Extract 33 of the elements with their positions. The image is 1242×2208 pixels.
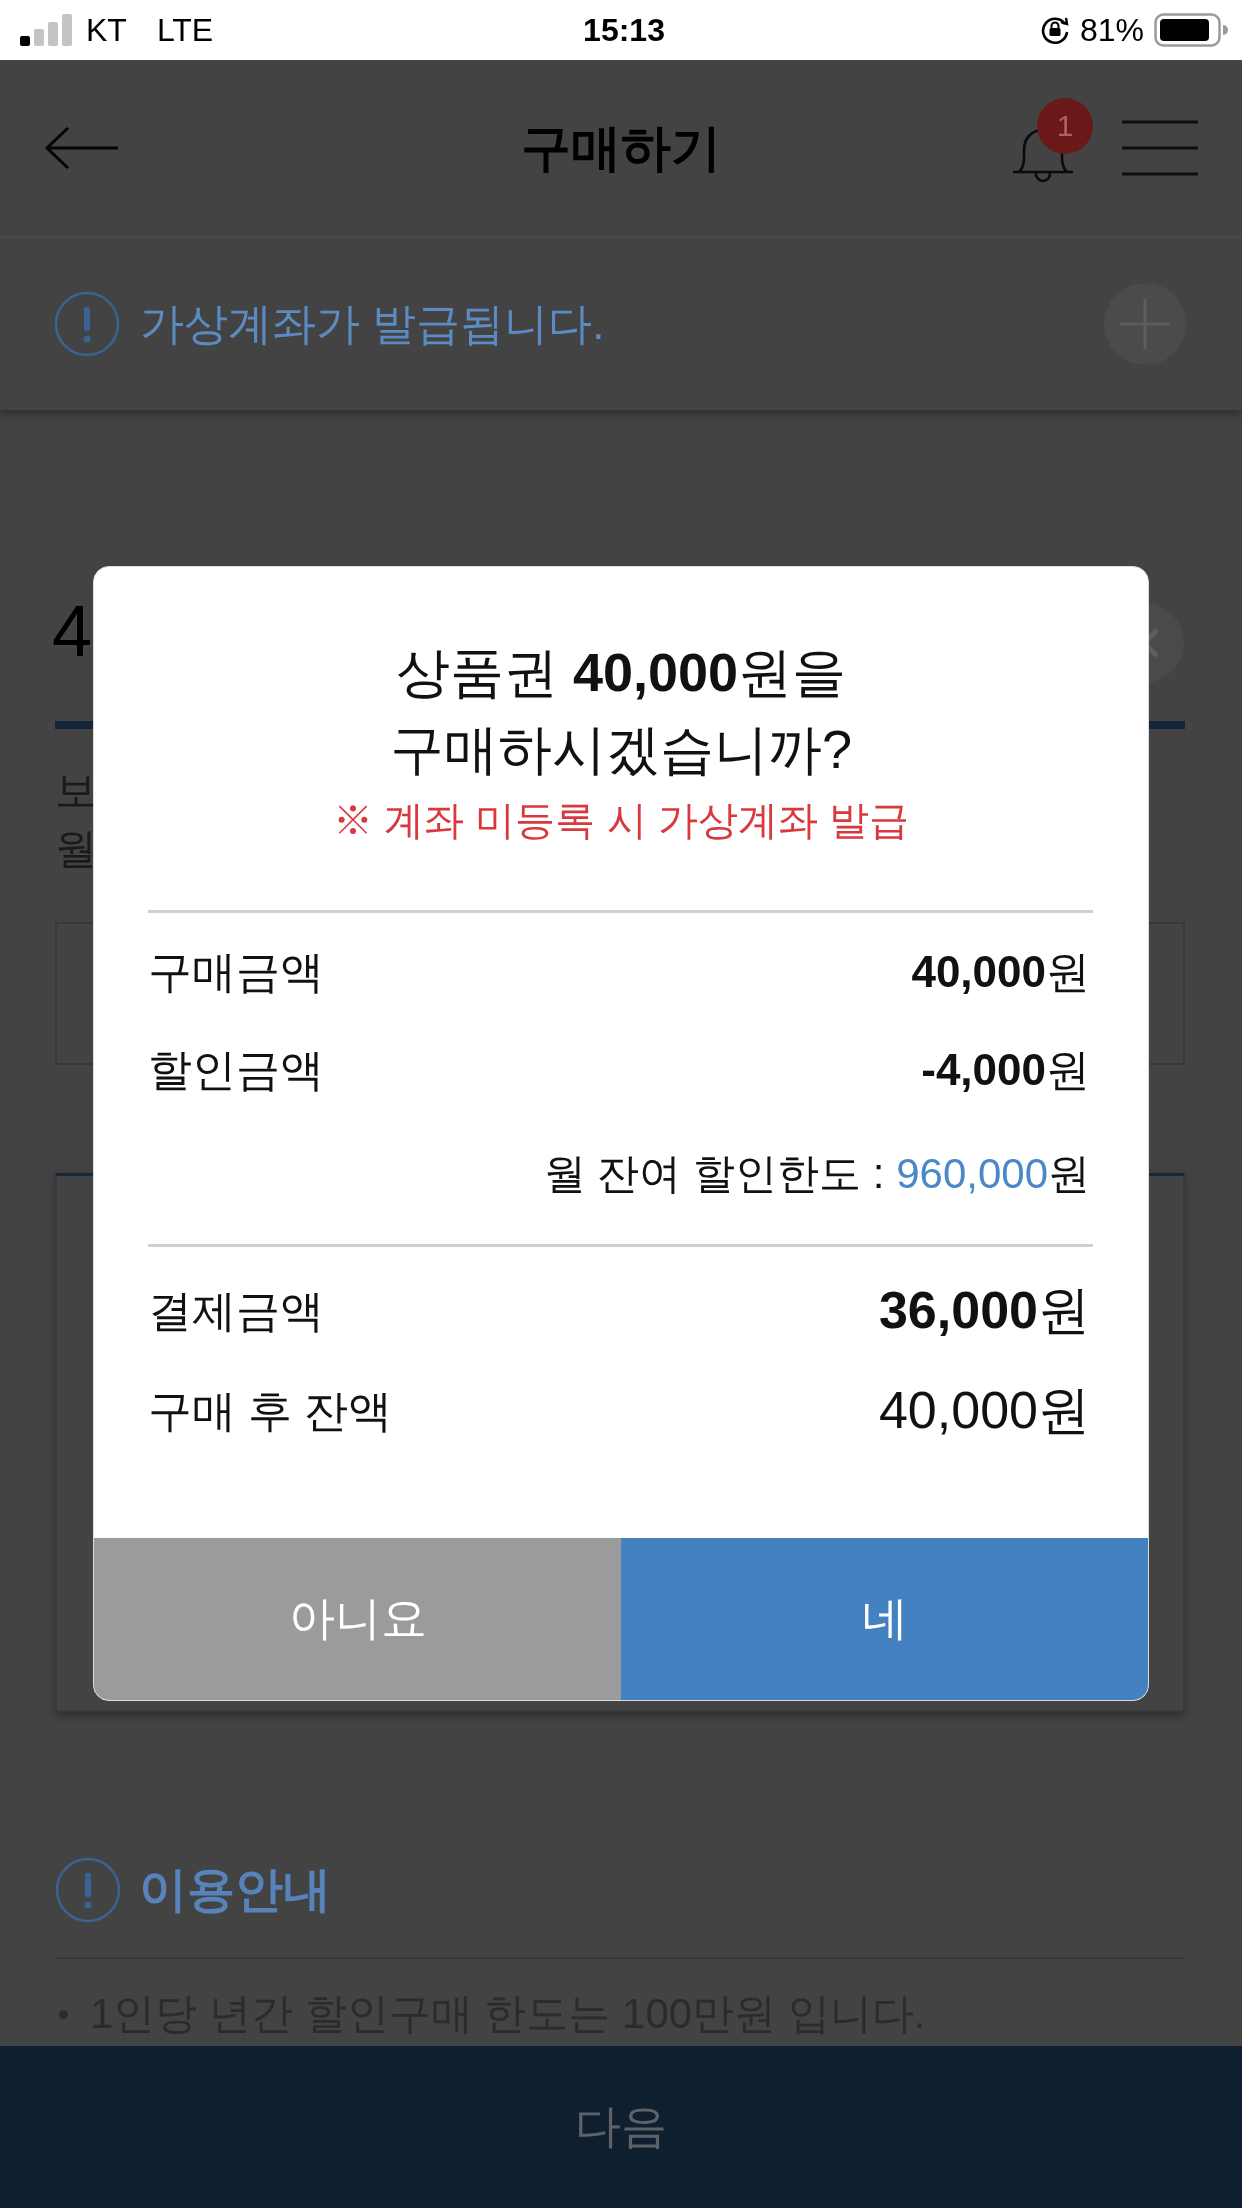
notice-text: 가상계좌가 발급됩니다.: [140, 297, 605, 350]
row-label: 구매 후 잔액: [148, 1384, 393, 1437]
row-value: 40,000원: [878, 1380, 1090, 1441]
row-label: 구매금액: [148, 945, 324, 998]
plus-circle-icon[interactable]: [1104, 283, 1186, 365]
status-time: 15:13: [583, 11, 665, 49]
confirm-button[interactable]: 네: [621, 1538, 1148, 1700]
row-label: 할인금액: [148, 1043, 324, 1096]
network-text: LTE: [156, 11, 214, 49]
info-icon: [54, 291, 120, 357]
menu-icon[interactable]: [1122, 119, 1198, 177]
warning-text: ※ 계좌 미등록 시 가상계좌 발급: [333, 797, 909, 844]
signal-icon: [20, 14, 72, 46]
next-button[interactable]: 다음: [0, 2046, 1242, 2208]
rotation-lock-icon: [1039, 15, 1070, 45]
clear-x-icon[interactable]: [1149, 602, 1185, 684]
battery-icon: [1154, 13, 1228, 47]
row-value: -4,000원: [921, 1043, 1090, 1096]
info-icon: [55, 1857, 121, 1923]
cancel-button[interactable]: 아니요: [94, 1538, 621, 1700]
bullet-icon: [59, 2009, 68, 2019]
page-title: 구매하기: [521, 118, 721, 178]
row-label: 결제금액: [148, 1284, 324, 1337]
battery-percent: 81%: [1079, 11, 1144, 49]
notification-badge: 1: [1037, 98, 1093, 154]
dialog-title: 상품권 40,000원을 구매하시겠습니까?: [389, 641, 852, 781]
amount-text: 4: [52, 600, 93, 662]
row-value: 36,000원: [878, 1280, 1090, 1341]
carrier-text: KT: [86, 11, 127, 49]
back-arrow-icon[interactable]: [44, 126, 120, 170]
guide-title: 이용안내: [139, 1862, 331, 1918]
discount-limit-text: 월 잔여 할인한도 : 960,000원: [543, 1149, 1090, 1199]
row-value: 40,000원: [911, 945, 1090, 998]
